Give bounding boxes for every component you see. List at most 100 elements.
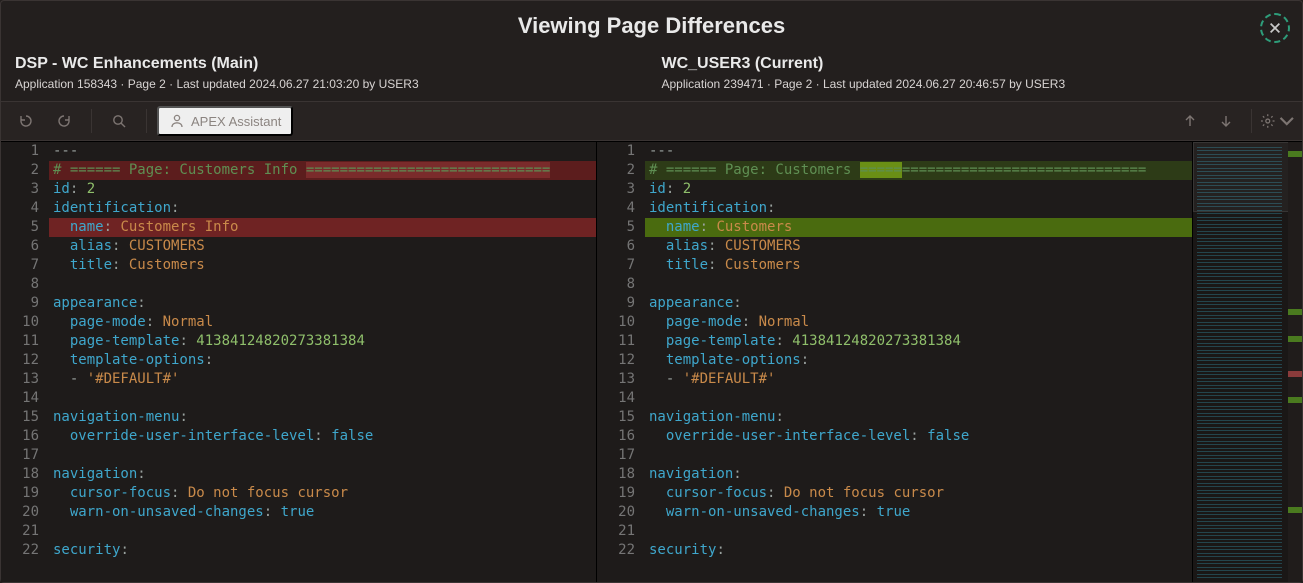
- minimap-diff-marker[interactable]: [1288, 309, 1302, 315]
- search-button[interactable]: [102, 106, 136, 136]
- code-token: :: [708, 257, 725, 273]
- minimap-diff-marker[interactable]: [1288, 397, 1302, 403]
- code-token: navigation: [53, 466, 137, 482]
- left-pane-meta: Application 158343 · Page 2 · Last updat…: [15, 77, 640, 91]
- minimap-diff-marker[interactable]: [1288, 336, 1302, 342]
- code-token: :: [860, 504, 877, 520]
- code-token: [53, 219, 70, 235]
- minimap-diff-marker[interactable]: [1288, 371, 1302, 377]
- code-token: :: [264, 504, 281, 520]
- code-token: :: [700, 219, 717, 235]
- code-token: :: [775, 333, 792, 349]
- code-token: page-template: [666, 333, 776, 349]
- code-token: navigation-menu: [649, 409, 775, 425]
- right-diff-pane[interactable]: 12345678910111213141516171819202122 ---+…: [597, 142, 1192, 582]
- code-token: :: [314, 428, 331, 444]
- toolbar-separator: [91, 109, 92, 133]
- line-number: 1: [597, 142, 635, 161]
- redo-icon: [56, 113, 72, 129]
- line-number: 11: [597, 332, 635, 351]
- left-diff-pane[interactable]: 12345678910111213141516171819202122 ----…: [1, 142, 597, 582]
- right-code-line: page-template: 41384124820273381384: [645, 332, 1192, 351]
- left-code-line: page-mode: Normal: [49, 313, 596, 332]
- code-token: [649, 485, 666, 501]
- search-icon: [111, 113, 127, 129]
- line-number: 7: [597, 256, 635, 275]
- left-code-line: [49, 522, 596, 541]
- arrow-down-icon: [1218, 113, 1234, 129]
- code-token: [649, 333, 666, 349]
- left-code-line: - name: Customers Info: [49, 218, 596, 237]
- right-code-line: - '#DEFAULT#': [645, 370, 1192, 389]
- line-number: 3: [597, 180, 635, 199]
- code-token: :: [708, 238, 725, 254]
- apex-assistant-button[interactable]: APEX Assistant: [157, 106, 293, 136]
- code-token: [53, 333, 70, 349]
- redo-button[interactable]: [47, 106, 81, 136]
- dialog-header: Viewing Page Differences: [1, 1, 1302, 51]
- line-number: 8: [1, 275, 39, 294]
- code-token: :: [666, 181, 683, 197]
- code-token: title: [666, 257, 708, 273]
- code-token: warn-on-unsaved-changes: [70, 504, 264, 520]
- code-token: warn-on-unsaved-changes: [666, 504, 860, 520]
- line-number: 4: [597, 199, 635, 218]
- line-number: 18: [1, 465, 39, 484]
- left-code-line: [49, 389, 596, 408]
- right-code-line: identification:: [645, 199, 1192, 218]
- next-diff-button[interactable]: [1209, 106, 1243, 136]
- code-token: Do not focus cursor: [188, 485, 348, 501]
- left-code[interactable]: ----# ====== Page: Customers Info ======…: [49, 142, 596, 582]
- right-code-line: ---: [645, 142, 1192, 161]
- minimap-overview-rail[interactable]: [1288, 142, 1302, 582]
- prev-diff-button[interactable]: [1173, 106, 1207, 136]
- code-token: security: [53, 542, 120, 558]
- line-number: 14: [597, 389, 635, 408]
- line-number: 2: [1, 161, 39, 180]
- code-token: [649, 352, 666, 368]
- code-token: id: [53, 181, 70, 197]
- code-token: :: [120, 542, 128, 558]
- code-token: :: [910, 428, 927, 444]
- minimap-diff-marker[interactable]: [1288, 151, 1302, 157]
- left-code-line: appearance:: [49, 294, 596, 313]
- left-code-line: id: 2: [49, 180, 596, 199]
- line-number: 5: [1, 218, 39, 237]
- right-code-line: navigation:: [645, 465, 1192, 484]
- line-number: 10: [1, 313, 39, 332]
- line-number: 10: [597, 313, 635, 332]
- code-token: -: [649, 371, 683, 387]
- code-token: :: [179, 409, 187, 425]
- left-code-line: title: Customers: [49, 256, 596, 275]
- line-number: 3: [1, 180, 39, 199]
- code-token: [649, 238, 666, 254]
- right-code-line: cursor-focus: Do not focus cursor: [645, 484, 1192, 503]
- right-code-line: [645, 275, 1192, 294]
- code-token: [649, 428, 666, 444]
- minimap-diff-marker[interactable]: [1288, 507, 1302, 513]
- arrow-up-icon: [1182, 113, 1198, 129]
- code-token: name: [70, 219, 104, 235]
- undo-button[interactable]: [9, 106, 43, 136]
- settings-button[interactable]: [1260, 106, 1294, 136]
- code-token: appearance: [649, 295, 733, 311]
- close-button[interactable]: [1260, 13, 1290, 43]
- right-code-line: override-user-interface-level: false: [645, 427, 1192, 446]
- code-token: [53, 257, 70, 273]
- right-code[interactable]: ---+# ====== Page: Customers ===========…: [645, 142, 1192, 582]
- code-token: cursor-focus: [666, 485, 767, 501]
- line-number: 17: [597, 446, 635, 465]
- minimap[interactable]: [1192, 142, 1302, 582]
- code-token: [53, 352, 70, 368]
- code-token: :: [205, 352, 213, 368]
- minimap-viewport[interactable]: [1193, 142, 1290, 212]
- left-code-line: override-user-interface-level: false: [49, 427, 596, 446]
- code-token: [649, 219, 666, 235]
- left-code-line: cursor-focus: Do not focus cursor: [49, 484, 596, 503]
- code-token: [53, 485, 70, 501]
- line-number: 13: [597, 370, 635, 389]
- code-token: template-options: [70, 352, 205, 368]
- code-token: # ====== Page: Customers Info: [53, 162, 306, 178]
- code-token: Normal: [163, 314, 214, 330]
- code-token: override-user-interface-level: [70, 428, 314, 444]
